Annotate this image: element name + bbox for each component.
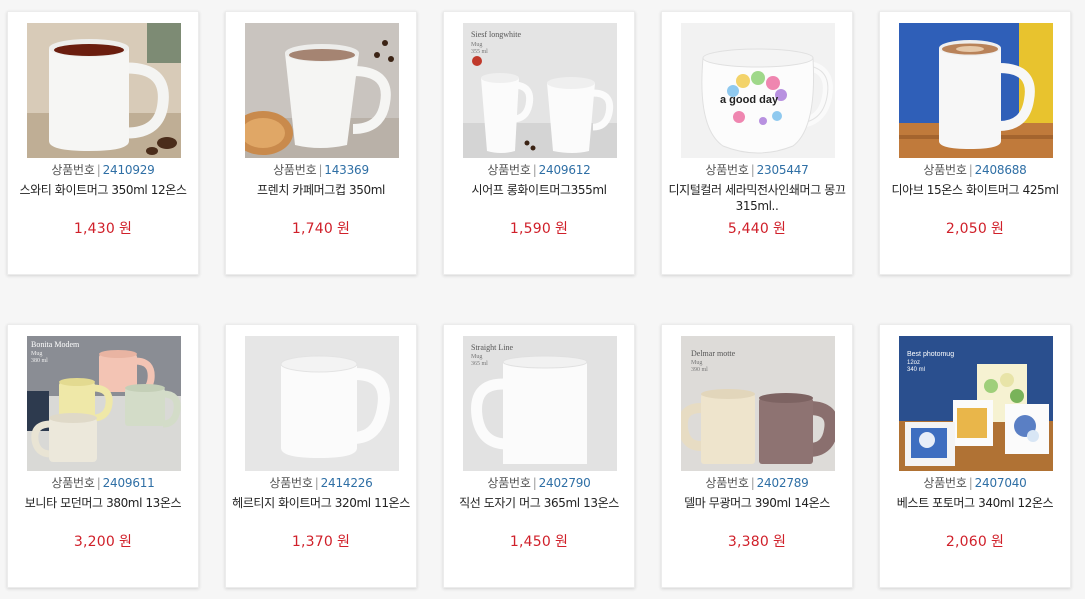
product-image[interactable]: [245, 23, 399, 158]
product-card[interactable]: Delmar motte Mug 390 ml 상품번호 | 2402789 델마 …: [661, 324, 853, 588]
product-image[interactable]: Siesf longwhite Mug 355 ml: [463, 23, 617, 158]
product-image[interactable]: Straight Line Mug 365 ml: [463, 336, 617, 471]
svg-text:Straight Line: Straight Line: [471, 343, 513, 352]
svg-text:Best photomug: Best photomug: [907, 351, 954, 358]
product-card[interactable]: a good day 상품번호 | 2305447 디지털컬러 세라믹전사인쇄머그 …: [661, 11, 853, 275]
product-code: 상품번호 | 2408688: [923, 163, 1027, 177]
product-card[interactable]: 상품번호 | 143369 프렌치 카페머그컵 350ml 1,740 원: [225, 11, 417, 275]
product-card[interactable]: Bonita Modem Mug 380 ml 상품번호 | 2409611 보니타…: [7, 324, 199, 588]
product-price: 1,590 원: [509, 221, 569, 237]
product-code: 상품번호 | 143369: [273, 163, 369, 177]
product-name[interactable]: 스와티 화이트머그 350ml 12온스: [12, 182, 194, 198]
product-code: 상품번호 | 2305447: [705, 163, 809, 177]
product-price: 1,370 원: [291, 534, 351, 550]
product-price: 1,450 원: [509, 534, 569, 550]
svg-text:Siesf longwhite: Siesf longwhite: [471, 30, 521, 39]
product-name[interactable]: 프렌치 카페머그컵 350ml: [230, 182, 412, 198]
svg-text:Mug: Mug: [471, 354, 482, 360]
product-image[interactable]: [899, 23, 1053, 158]
product-price: 2,060 원: [945, 534, 1005, 550]
product-card[interactable]: Siesf longwhite Mug 355 ml 상품번호 | 2409612 …: [443, 11, 635, 275]
product-image[interactable]: [245, 336, 399, 471]
product-card[interactable]: 상품번호 | 2408688 디아브 15온스 화이트머그 425ml 2,050 원: [879, 11, 1071, 275]
svg-text:340 ml: 340 ml: [907, 367, 925, 373]
product-card[interactable]: 상품번호 | 2410929 스와티 화이트머그 350ml 12온스 1,430 원: [7, 11, 199, 275]
svg-text:Bonita Modem: Bonita Modem: [31, 340, 80, 349]
product-price: 3,380 원: [727, 534, 787, 550]
svg-text:12oz: 12oz: [907, 360, 920, 366]
product-price: 5,440 원: [727, 221, 787, 237]
svg-text:a good day: a good day: [720, 94, 779, 106]
product-card[interactable]: 상품번호 | 2414226 헤르티지 화이트머그 320ml 11온스 1,370…: [225, 324, 417, 588]
product-code: 상품번호 | 2410929: [51, 163, 155, 177]
svg-text:355 ml: 355 ml: [471, 49, 488, 55]
product-price: 2,050 원: [945, 221, 1005, 237]
svg-text:390 ml: 390 ml: [691, 367, 708, 373]
product-name[interactable]: 보니타 모던머그 380ml 13온스: [12, 495, 194, 511]
svg-text:Mug: Mug: [691, 360, 702, 366]
product-card[interactable]: Best photomug 12oz 340 ml 상품번호 | 2407040 베…: [879, 324, 1071, 588]
svg-text:Delmar motte: Delmar motte: [691, 349, 736, 358]
product-price: 1,740 원: [291, 221, 351, 237]
product-card[interactable]: Straight Line Mug 365 ml 상품번호 | 2402790 직선…: [443, 324, 635, 588]
product-name[interactable]: 디아브 15온스 화이트머그 425ml: [884, 182, 1066, 198]
svg-text:365 ml: 365 ml: [471, 361, 488, 367]
product-code: 상품번호 | 2402790: [487, 476, 591, 490]
product-name[interactable]: 헤르티지 화이트머그 320ml 11온스: [230, 495, 412, 511]
product-image[interactable]: Bonita Modem Mug 380 ml: [27, 336, 181, 471]
product-name[interactable]: 델마 무광머그 390ml 14온스: [666, 495, 848, 511]
product-code: 상품번호 | 2402789: [705, 476, 809, 490]
svg-text:Mug: Mug: [31, 351, 42, 357]
product-name[interactable]: 디지털컬러 세라믹전사인쇄머그 몽끄 315ml..: [666, 182, 848, 214]
product-image[interactable]: a good day: [681, 23, 835, 158]
product-name[interactable]: 시어프 롱화이트머그355ml: [448, 182, 630, 198]
product-code: 상품번호 | 2409612: [487, 163, 591, 177]
product-image[interactable]: [27, 23, 181, 158]
product-code: 상품번호 | 2409611: [51, 476, 155, 490]
product-code: 상품번호 | 2407040: [923, 476, 1027, 490]
product-price: 1,430 원: [73, 221, 133, 237]
product-name[interactable]: 베스트 포토머그 340ml 12온스: [884, 495, 1066, 511]
product-name[interactable]: 직선 도자기 머그 365ml 13온스: [448, 495, 630, 511]
product-code: 상품번호 | 2414226: [269, 476, 373, 490]
product-price: 3,200 원: [73, 534, 133, 550]
product-image[interactable]: Delmar motte Mug 390 ml: [681, 336, 835, 471]
svg-text:380 ml: 380 ml: [31, 358, 48, 364]
product-image[interactable]: Best photomug 12oz 340 ml: [899, 336, 1053, 471]
svg-text:Mug: Mug: [471, 42, 482, 48]
